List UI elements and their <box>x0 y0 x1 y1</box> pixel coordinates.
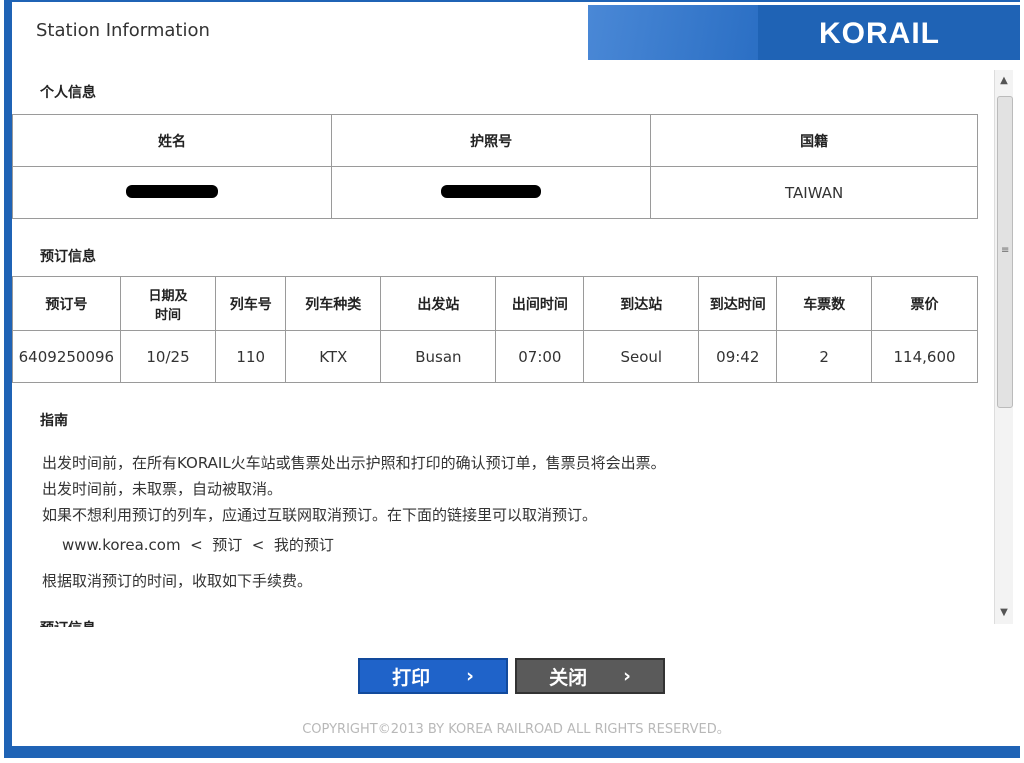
window-title: Station Information <box>36 20 210 41</box>
chevron-right-icon: › <box>623 665 631 687</box>
header-fare: 票价 <box>871 276 978 331</box>
guide-line: 根据取消预订的时间，收取如下手续费。 <box>42 572 313 590</box>
header-name: 姓名 <box>12 114 333 167</box>
value-name <box>12 166 333 219</box>
brand-banner: KORAIL <box>588 5 1020 60</box>
next-section-title: 预订信息 <box>40 618 96 627</box>
grip-icon: ≡ <box>1001 245 1010 256</box>
header-date-time: 日期及 时间 <box>119 276 217 331</box>
cell-date: 10/25 <box>119 330 217 383</box>
cell-departure-time: 07:00 <box>495 330 585 383</box>
dialog: Station Information KORAIL 个人信息 姓名 护照号 国… <box>12 2 1020 746</box>
guide-line: 如果不想利用预订的列车，应通过互联网取消预订。在下面的链接里可以取消预订。 <box>42 506 598 524</box>
value-nationality: TAIWAN <box>650 166 978 219</box>
header-reservation-no: 预订号 <box>12 276 121 331</box>
vertical-scrollbar[interactable]: ▲ ≡ ▼ <box>994 70 1013 624</box>
cell-arrival-time: 09:42 <box>698 330 778 383</box>
header-ticket-count: 车票数 <box>776 276 873 331</box>
personal-info-table: 姓名 护照号 国籍 TAIWAN <box>12 114 978 219</box>
close-button[interactable]: 关闭 › <box>515 658 665 694</box>
title-bar: Station Information KORAIL <box>12 2 1020 60</box>
close-button-label: 关闭 <box>549 666 588 689</box>
reservation-table: 预订号 日期及 时间 列车号 列车种类 出发站 出间时间 到达站 到达时间 车票数… <box>12 276 978 383</box>
header-train-type: 列车种类 <box>285 276 382 331</box>
reservation-info-title: 预订信息 <box>40 249 96 265</box>
print-button-label: 打印 <box>392 666 431 689</box>
cell-departure-station: Busan <box>380 330 497 383</box>
scrollbar-thumb[interactable]: ≡ <box>997 96 1013 408</box>
brand-stripe <box>588 5 758 60</box>
header-arrival-time: 到达时间 <box>698 276 778 331</box>
copyright-text: COPYRIGHT©2013 BY KOREA RAILROAD ALL RIG… <box>302 722 730 737</box>
scroll-up-arrow-icon[interactable]: ▲ <box>995 72 1013 90</box>
header-passport: 护照号 <box>331 114 652 167</box>
header-departure-time: 出间时间 <box>495 276 585 331</box>
header-train-no: 列车号 <box>215 276 287 331</box>
print-button[interactable]: 打印 › <box>358 658 508 694</box>
personal-info-title: 个人信息 <box>40 85 96 101</box>
guide-title: 指南 <box>40 413 68 429</box>
value-passport <box>331 166 652 219</box>
cell-train-no: 110 <box>215 330 287 383</box>
content-area: 个人信息 姓名 护照号 国籍 TAIWAN 预订信息 预订号 日期及 时间 列车号… <box>12 62 997 627</box>
chevron-right-icon: › <box>466 665 474 687</box>
header-departure-station: 出发站 <box>380 276 497 331</box>
cell-fare: 114,600 <box>871 330 978 383</box>
cancel-link-path[interactable]: www.korea.com < 预订 < 我的预订 <box>62 534 334 555</box>
cell-ticket-count: 2 <box>776 330 873 383</box>
header-nationality: 国籍 <box>650 114 978 167</box>
guide-line: 出发时间前，未取票，自动被取消。 <box>42 480 283 498</box>
cell-train-type: KTX <box>285 330 382 383</box>
cell-arrival-station: Seoul <box>583 330 700 383</box>
table-row: 6409250096 10/25 110 KTX Busan 07:00 Seo… <box>12 330 978 383</box>
korail-logo: KORAIL <box>819 17 940 50</box>
header-arrival-station: 到达站 <box>583 276 700 331</box>
redacted-name <box>126 184 219 198</box>
redacted-passport <box>441 184 542 198</box>
scroll-down-arrow-icon[interactable]: ▼ <box>995 604 1013 622</box>
guide-line: 出发时间前，在所有KORAIL火车站或售票处出示护照和打印的确认预订单，售票员将… <box>42 454 666 472</box>
cell-reservation-no: 6409250096 <box>12 330 121 383</box>
